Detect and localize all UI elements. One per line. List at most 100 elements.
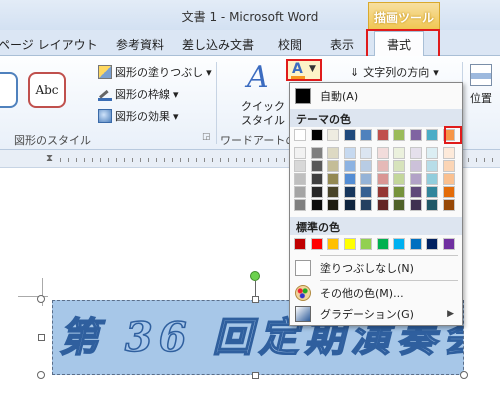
- chevron-down-icon[interactable]: ▼: [309, 64, 316, 74]
- standard-color-swatch[interactable]: [409, 238, 422, 250]
- theme-color-swatch[interactable]: [393, 129, 405, 141]
- resize-handle-top[interactable]: [252, 296, 259, 303]
- theme-color-swatch[interactable]: [343, 199, 356, 211]
- theme-color-swatch[interactable]: [360, 160, 372, 172]
- tab-mailings[interactable]: 差し込み文書: [182, 36, 254, 53]
- theme-color-swatch[interactable]: [376, 147, 389, 159]
- theme-color-swatch[interactable]: [343, 129, 356, 141]
- theme-color-swatch[interactable]: [310, 173, 323, 185]
- theme-color-swatch[interactable]: [294, 147, 306, 159]
- gradient-option[interactable]: グラデーション(G) ▶: [290, 303, 462, 325]
- theme-color-swatch[interactable]: [310, 186, 323, 198]
- theme-color-swatch[interactable]: [327, 173, 339, 185]
- standard-color-swatch[interactable]: [343, 238, 356, 250]
- theme-color-swatch[interactable]: [409, 173, 422, 185]
- theme-color-swatch[interactable]: [393, 147, 405, 159]
- theme-color-swatch[interactable]: [360, 173, 372, 185]
- theme-color-swatch[interactable]: [376, 160, 389, 172]
- theme-color-swatch[interactable]: [376, 186, 389, 198]
- indent-marker-icon[interactable]: ⧗: [46, 153, 53, 164]
- theme-color-swatch[interactable]: [327, 199, 339, 211]
- rotation-handle[interactable]: [250, 271, 260, 281]
- resize-handle-top-left[interactable]: [37, 295, 45, 303]
- shape-outline-button[interactable]: 図形の枠線 ▾: [98, 84, 179, 104]
- font-color-button[interactable]: A ▼: [286, 59, 322, 81]
- position-icon: [470, 64, 492, 86]
- automatic-color-option[interactable]: 自動(A): [290, 85, 462, 107]
- theme-color-swatch[interactable]: [442, 199, 455, 211]
- standard-color-swatch[interactable]: [393, 238, 405, 250]
- theme-color-swatch[interactable]: [310, 129, 323, 141]
- theme-color-swatch[interactable]: [360, 129, 372, 141]
- theme-color-swatch[interactable]: [294, 129, 306, 141]
- theme-color-swatch[interactable]: [343, 186, 356, 198]
- dialog-launcher-icon[interactable]: ◲: [202, 132, 211, 142]
- theme-color-swatch[interactable]: [426, 147, 438, 159]
- theme-color-swatch[interactable]: [442, 147, 455, 159]
- theme-color-swatch[interactable]: [327, 129, 339, 141]
- theme-color-swatch[interactable]: [409, 160, 422, 172]
- standard-color-swatch[interactable]: [294, 238, 306, 250]
- theme-color-swatch[interactable]: [426, 129, 438, 141]
- theme-color-swatch[interactable]: [327, 186, 339, 198]
- tab-page-layout[interactable]: ページ レイアウト: [0, 36, 98, 53]
- theme-color-swatch[interactable]: [343, 173, 356, 185]
- theme-color-swatch[interactable]: [393, 186, 405, 198]
- standard-color-swatch[interactable]: [310, 238, 323, 250]
- theme-color-swatch[interactable]: [442, 173, 455, 185]
- theme-color-swatch[interactable]: [360, 147, 372, 159]
- theme-color-swatch[interactable]: [360, 186, 372, 198]
- theme-color-swatch[interactable]: [376, 173, 389, 185]
- theme-color-swatch[interactable]: [442, 160, 455, 172]
- theme-color-swatch[interactable]: [294, 160, 306, 172]
- resize-handle-bottom-left[interactable]: [37, 371, 45, 379]
- theme-color-swatch[interactable]: [327, 160, 339, 172]
- theme-color-swatch[interactable]: [442, 186, 455, 198]
- theme-color-swatch[interactable]: [343, 147, 356, 159]
- quick-styles-button[interactable]: クイック スタイル: [235, 100, 291, 128]
- theme-color-swatch[interactable]: [409, 129, 422, 141]
- standard-color-swatch[interactable]: [327, 238, 339, 250]
- tab-view[interactable]: 表示: [330, 36, 354, 53]
- quick-styles-icon[interactable]: A: [247, 60, 269, 95]
- theme-color-swatch[interactable]: [409, 186, 422, 198]
- standard-color-swatch[interactable]: [376, 238, 389, 250]
- theme-color-swatch[interactable]: [376, 129, 389, 141]
- theme-color-swatch[interactable]: [426, 173, 438, 185]
- standard-color-swatch[interactable]: [360, 238, 372, 250]
- position-button[interactable]: 位置: [466, 62, 496, 132]
- more-colors-option[interactable]: その他の色(M)...: [290, 282, 462, 304]
- standard-color-swatch[interactable]: [426, 238, 438, 250]
- shape-fill-button[interactable]: 図形の塗りつぶし ▾: [98, 62, 212, 82]
- theme-color-swatch[interactable]: [327, 147, 339, 159]
- no-fill-option[interactable]: 塗りつぶしなし(N): [290, 257, 462, 279]
- theme-color-swatch[interactable]: [393, 173, 405, 185]
- theme-color-swatch[interactable]: [294, 173, 306, 185]
- theme-color-swatch[interactable]: [360, 199, 372, 211]
- shape-style-preview[interactable]: [0, 72, 18, 108]
- standard-color-swatch[interactable]: [442, 238, 455, 250]
- text-direction-button[interactable]: ⇓ 文字列の方向 ▾: [350, 64, 439, 80]
- shape-effects-button[interactable]: 図形の効果 ▾: [98, 106, 179, 126]
- theme-color-swatch[interactable]: [393, 160, 405, 172]
- theme-color-swatch[interactable]: [343, 160, 356, 172]
- tab-review[interactable]: 校閲: [278, 36, 302, 53]
- shape-style-abc[interactable]: Abc: [28, 72, 66, 108]
- resize-handle-bottom[interactable]: [252, 372, 259, 379]
- theme-color-swatch[interactable]: [426, 160, 438, 172]
- theme-color-swatch[interactable]: [294, 199, 306, 211]
- theme-color-swatch[interactable]: [294, 186, 306, 198]
- theme-color-swatch[interactable]: [310, 199, 323, 211]
- theme-color-swatch[interactable]: [393, 199, 405, 211]
- theme-color-swatch[interactable]: [409, 199, 422, 211]
- theme-color-swatch[interactable]: [310, 160, 323, 172]
- theme-color-swatch[interactable]: [376, 199, 389, 211]
- theme-color-swatch[interactable]: [426, 199, 438, 211]
- resize-handle-bottom-right[interactable]: [460, 371, 468, 379]
- theme-color-swatch[interactable]: [409, 147, 422, 159]
- resize-handle-left[interactable]: [38, 334, 45, 341]
- theme-color-swatch[interactable]: [426, 186, 438, 198]
- tab-references[interactable]: 参考資料: [116, 36, 164, 53]
- theme-color-swatch[interactable]: [310, 147, 323, 159]
- automatic-color-label: 自動(A): [320, 90, 359, 103]
